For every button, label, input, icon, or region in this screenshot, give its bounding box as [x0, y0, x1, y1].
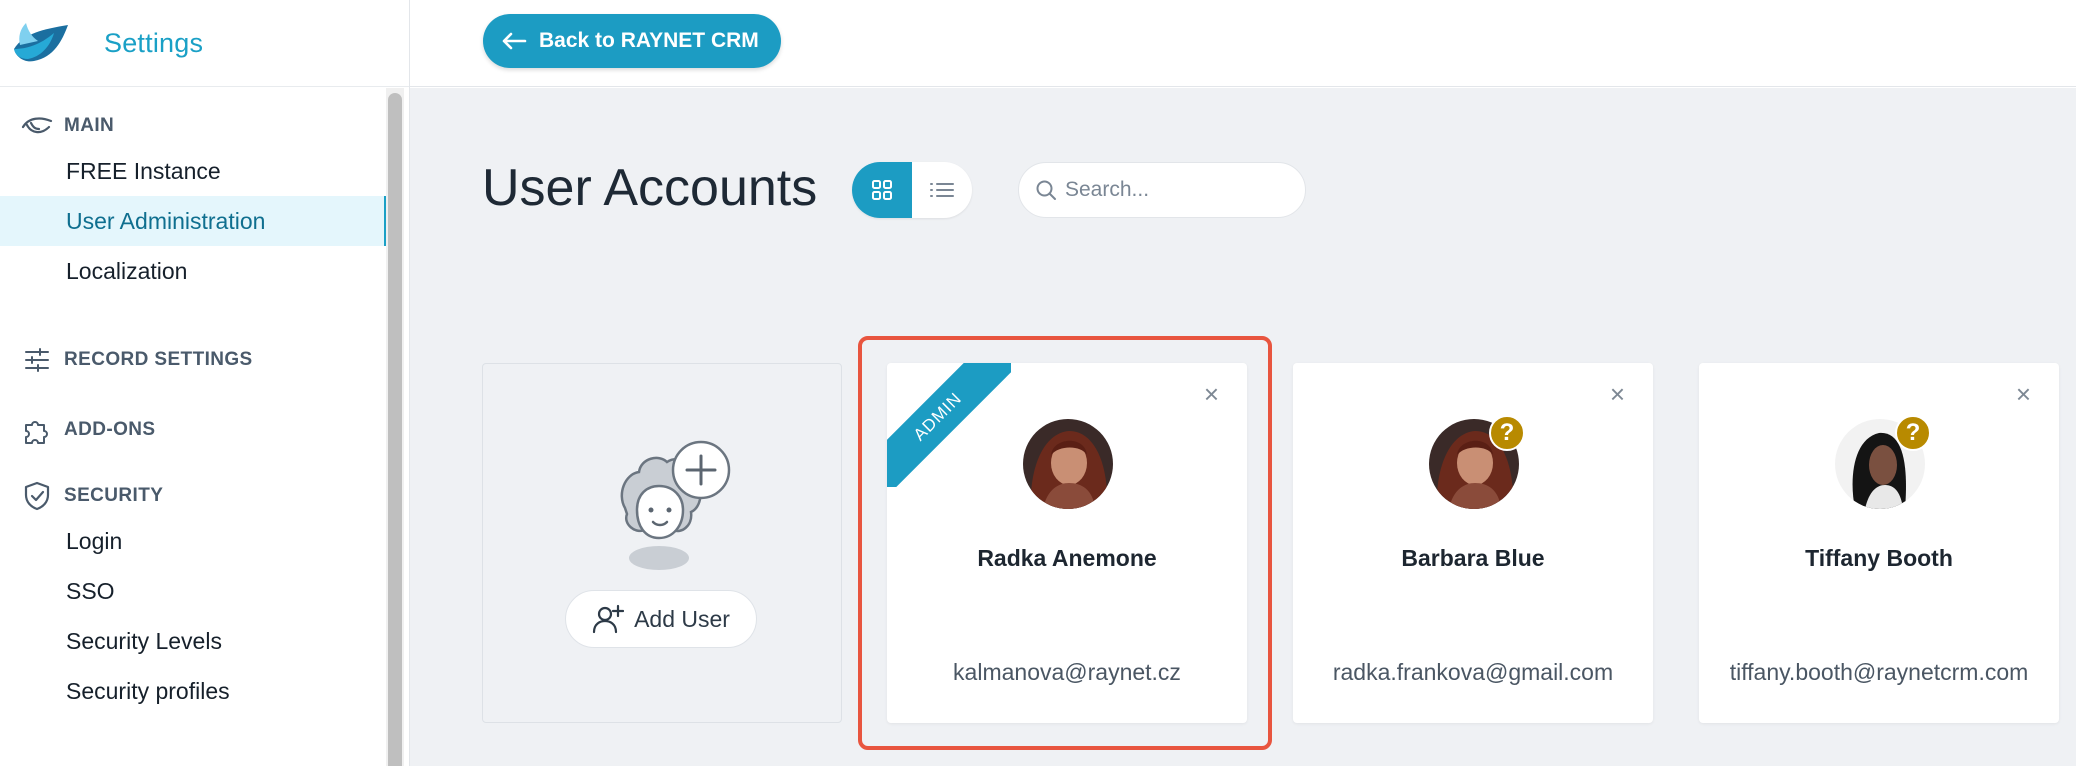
section-label: SECURITY: [64, 485, 164, 506]
section-main[interactable]: MAIN: [0, 106, 390, 146]
user-name: Radka Anemone: [977, 545, 1157, 571]
close-icon[interactable]: ×: [1204, 381, 1219, 407]
sidebar-item-user-administration[interactable]: User Administration: [0, 196, 390, 246]
grid-icon: [872, 180, 892, 200]
user-name: Barbara Blue: [1401, 545, 1545, 571]
grid-view-button[interactable]: [852, 162, 912, 218]
close-icon[interactable]: ×: [1610, 381, 1625, 407]
section-security[interactable]: SECURITY: [0, 476, 390, 516]
add-user-label: Add User: [634, 605, 730, 632]
scrollbar-thumb[interactable]: [388, 93, 402, 766]
add-user-button[interactable]: Add User: [565, 590, 757, 648]
user-email: kalmanova@raynet.cz: [953, 659, 1181, 685]
shield-icon: [20, 481, 54, 511]
search-box: [1018, 162, 1306, 218]
sidebar-scrollbar[interactable]: [386, 88, 404, 766]
sidebar-item-free-instance[interactable]: FREE Instance: [0, 146, 390, 196]
search-icon: [1036, 180, 1056, 200]
view-toggle: [852, 162, 972, 218]
add-user-card[interactable]: Add User: [482, 363, 842, 723]
search-input[interactable]: [1065, 178, 1285, 202]
close-icon[interactable]: ×: [2016, 381, 2031, 407]
sliders-icon: [20, 345, 54, 375]
sidebar-item-security-levels[interactable]: Security Levels: [0, 616, 390, 666]
sidebar-header: Settings: [0, 0, 409, 87]
raynet-logo-icon[interactable]: [10, 19, 74, 67]
sidebar-item-login[interactable]: Login: [0, 516, 390, 566]
sidebar-item-sso[interactable]: SSO: [0, 566, 390, 616]
user-card[interactable]: × ? Tiffany Booth tiffany.booth@raynetcr…: [1699, 363, 2059, 723]
main-icon: [20, 111, 54, 141]
admin-ribbon: ADMIN: [887, 363, 1011, 487]
app-title: Settings: [104, 27, 204, 58]
user-name: Tiffany Booth: [1805, 545, 1953, 571]
back-to-crm-button[interactable]: Back to RAYNET CRM: [483, 14, 781, 68]
user-card[interactable]: ADMIN × Radka Anemone kalmanova@raynet.c…: [887, 363, 1247, 723]
top-bar: Back to RAYNET CRM: [410, 0, 2076, 87]
puzzle-icon: [20, 415, 54, 445]
arrow-left-icon: [501, 31, 527, 51]
list-icon: [930, 183, 954, 197]
section-add-ons[interactable]: ADD-ONS: [0, 410, 390, 450]
section-label: MAIN: [64, 115, 115, 136]
pending-status-badge: ?: [1895, 415, 1931, 451]
sidebar-nav: MAIN FREE Instance User Administration L…: [0, 88, 390, 766]
sidebar-item-security-profiles[interactable]: Security profiles: [0, 666, 390, 716]
sidebar: Settings MAIN FREE Instance User Adminis…: [0, 0, 410, 766]
user-email: radka.frankova@gmail.com: [1332, 659, 1614, 685]
add-user-icon: [592, 604, 625, 634]
page-title: User Accounts: [482, 159, 818, 217]
back-button-label: Back to RAYNET CRM: [539, 29, 759, 52]
admin-badge: ADMIN: [887, 363, 1011, 487]
main-content: User Accounts Add User AD: [410, 88, 2076, 766]
avatar: [1023, 419, 1113, 509]
add-user-illustration-icon: [620, 440, 731, 570]
user-email: tiffany.booth@raynetcrm.com: [1729, 659, 2029, 685]
section-label: RECORD SETTINGS: [64, 349, 253, 370]
sidebar-item-localization[interactable]: Localization: [0, 246, 390, 296]
section-record-settings[interactable]: RECORD SETTINGS: [0, 340, 390, 380]
list-view-button[interactable]: [912, 162, 972, 218]
pending-status-badge: ?: [1489, 415, 1525, 451]
user-card[interactable]: × ? Barbara Blue radka.frankova@gmail.co…: [1293, 363, 1653, 723]
section-label: ADD-ONS: [64, 419, 156, 440]
